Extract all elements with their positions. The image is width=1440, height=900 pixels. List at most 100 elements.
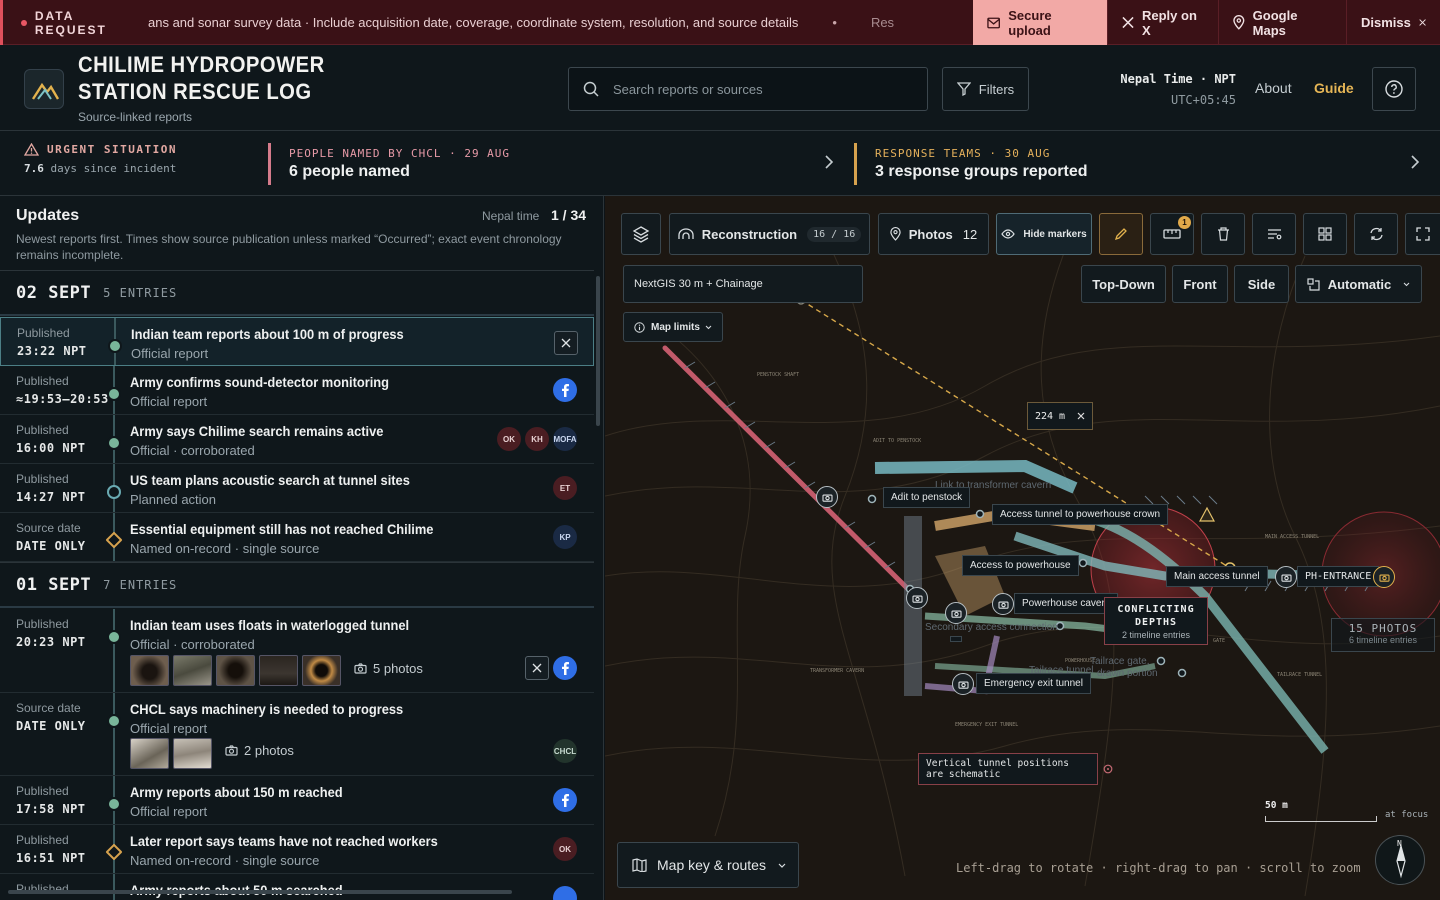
- ticker-next: Res: [870, 15, 895, 30]
- entry-time: 17:58 NPT: [16, 802, 86, 816]
- map-label-ph-entrance[interactable]: PH-ENTRANCE: [1297, 566, 1380, 587]
- hide-markers-button[interactable]: Hide markers: [996, 213, 1092, 255]
- info-icon: [634, 321, 645, 333]
- map-label-access-powerhouse[interactable]: Access to powerhouse: [962, 555, 1079, 576]
- timeline-entry[interactable]: Published 17:58 NPT Army reports about 1…: [0, 776, 594, 825]
- map-label-adit[interactable]: Adit to penstock: [883, 487, 971, 508]
- close-icon[interactable]: [1077, 412, 1085, 420]
- filters-button[interactable]: Filters: [942, 67, 1029, 111]
- secure-upload-button[interactable]: Secure upload: [973, 0, 1107, 45]
- entry-headline: Army says Chilime search remains active: [130, 423, 384, 439]
- list-settings-button[interactable]: [1252, 213, 1296, 255]
- timeline-entry[interactable]: Published 23:22 NPT Indian team reports …: [0, 317, 594, 366]
- source-chip[interactable]: OK: [497, 427, 521, 451]
- help-button[interactable]: [1372, 67, 1416, 111]
- photos-button[interactable]: Photos 12: [878, 213, 989, 255]
- timeline-entry[interactable]: Published 16:51 NPT Later report says te…: [0, 825, 594, 874]
- timeline-entry[interactable]: Published Army reports about 50 m search…: [0, 874, 594, 900]
- data-source-selector[interactable]: NextGIS 30 m + Chainage: [623, 265, 863, 303]
- timeline-entry[interactable]: Published 20:23 NPT Indian team uses flo…: [0, 609, 594, 693]
- vertical-scrollbar[interactable]: [596, 276, 600, 426]
- app-logo[interactable]: [24, 69, 64, 109]
- photo-thumbnail[interactable]: [173, 738, 212, 769]
- timeline-entry[interactable]: Published 14:27 NPT US team plans acoust…: [0, 464, 594, 513]
- map-label-small[interactable]: [950, 636, 962, 642]
- timeline-entry[interactable]: Published ≈19:53–20:53 Army confirms sou…: [0, 366, 594, 415]
- source-chip[interactable]: OK: [553, 837, 577, 861]
- horizontal-scrollbar[interactable]: [8, 890, 512, 894]
- photo-thumbnail[interactable]: [259, 655, 298, 686]
- x-source-icon[interactable]: [554, 331, 578, 355]
- map-label-powerhouse[interactable]: Powerhouse cavern: [1014, 593, 1119, 614]
- timeline-entry[interactable]: Source date DATE ONLY Essential equipmen…: [0, 513, 594, 562]
- view-side-button[interactable]: Side: [1234, 265, 1289, 303]
- response-teams-card[interactable]: RESPONSE TEAMS · 30 AUG 3 response group…: [854, 143, 1420, 185]
- svg-text:ADIT TO PENSTOCK: ADIT TO PENSTOCK: [873, 438, 921, 444]
- tunnel-icon: [678, 228, 694, 239]
- entry-subtitle: Official · corroborated: [130, 637, 255, 652]
- photo-thumbnail[interactable]: [130, 738, 169, 769]
- camera-marker[interactable]: [992, 593, 1014, 615]
- reply-on-x-button[interactable]: Reply on X: [1107, 0, 1218, 45]
- map-label-main-access[interactable]: Main access tunnel: [1166, 566, 1268, 587]
- distance-readout[interactable]: 224 m: [1027, 402, 1093, 430]
- map-label-emergency-exit[interactable]: Emergency exit tunnel: [976, 673, 1091, 694]
- entry-headline: Army confirms sound-detector monitoring: [130, 374, 390, 390]
- photo-thumbnail[interactable]: [173, 655, 212, 686]
- source-chip[interactable]: KH: [525, 427, 549, 451]
- photo-thumbnail[interactable]: [130, 655, 169, 686]
- source-chip[interactable]: ET: [553, 476, 577, 500]
- camera-marker[interactable]: [952, 673, 974, 695]
- camera-marker[interactable]: [1373, 566, 1395, 588]
- layers-button[interactable]: [621, 213, 661, 255]
- view-top-down-button[interactable]: Top-Down: [1081, 265, 1166, 303]
- camera-icon: [997, 601, 1009, 609]
- entry-time: 14:27 NPT: [16, 490, 86, 504]
- source-chip[interactable]: MOFA: [553, 427, 577, 451]
- fullscreen-button[interactable]: [1405, 213, 1440, 255]
- camera-marker[interactable]: [1275, 566, 1297, 588]
- photos-count: 12: [962, 226, 978, 242]
- timeline-marker: [107, 797, 121, 811]
- x-source-icon[interactable]: [525, 656, 549, 680]
- dismiss-button[interactable]: Dismiss: [1346, 0, 1440, 45]
- people-named-card[interactable]: PEOPLE NAMED BY CHCL · 29 AUG 6 people n…: [268, 143, 834, 185]
- facebook-source-icon[interactable]: [553, 378, 577, 402]
- map-key-button[interactable]: Map key & routes: [617, 842, 799, 888]
- facebook-source-icon[interactable]: [553, 886, 577, 900]
- photo-cluster-marker[interactable]: 15 PHOTOS 6 timeline entries: [1331, 618, 1435, 652]
- reconstruction-count: 16 / 16: [807, 226, 862, 242]
- guide-link[interactable]: Guide: [1314, 80, 1354, 96]
- delete-button[interactable]: [1201, 213, 1245, 255]
- entry-time: 16:00 NPT: [16, 441, 86, 455]
- photo-thumbnail[interactable]: [216, 655, 255, 686]
- draw-button[interactable]: [1099, 213, 1143, 255]
- conflicting-depths-marker[interactable]: CONFLICTING DEPTHS 2 timeline entries: [1104, 597, 1208, 645]
- entry-label: Published: [16, 784, 69, 798]
- grid-button[interactable]: [1303, 213, 1347, 255]
- about-link[interactable]: About: [1255, 80, 1292, 96]
- entry-sources: [554, 331, 578, 355]
- automatic-mode-select[interactable]: Automatic: [1295, 265, 1422, 303]
- reconstruction-button[interactable]: Reconstruction 16 / 16: [669, 213, 870, 255]
- photo-count[interactable]: 5 photos: [354, 661, 423, 676]
- reset-view-button[interactable]: [1354, 213, 1398, 255]
- camera-marker[interactable]: [945, 602, 967, 624]
- facebook-source-icon[interactable]: [553, 788, 577, 812]
- source-chip[interactable]: CHCL: [553, 739, 577, 763]
- timeline-entry[interactable]: Published 16:00 NPT Army says Chilime se…: [0, 415, 594, 464]
- map-label-access-crown[interactable]: Access tunnel to powerhouse crown: [992, 504, 1169, 525]
- timeline-entry[interactable]: Source date DATE ONLY CHCL says machiner…: [0, 693, 594, 776]
- compass-button[interactable]: N: [1375, 835, 1425, 885]
- search-input[interactable]: Search reports or sources: [568, 67, 928, 111]
- facebook-source-icon[interactable]: [553, 656, 577, 680]
- photo-count-label: 2 photos: [244, 743, 294, 758]
- camera-marker[interactable]: [906, 587, 928, 609]
- view-front-button[interactable]: Front: [1172, 265, 1228, 303]
- google-maps-button[interactable]: Google Maps: [1218, 0, 1346, 45]
- photo-count[interactable]: 2 photos: [225, 743, 294, 758]
- camera-marker[interactable]: [816, 486, 838, 508]
- photo-thumbnail[interactable]: [302, 655, 341, 686]
- source-chip[interactable]: KP: [553, 525, 577, 549]
- map-limits-button[interactable]: Map limits: [623, 312, 723, 342]
